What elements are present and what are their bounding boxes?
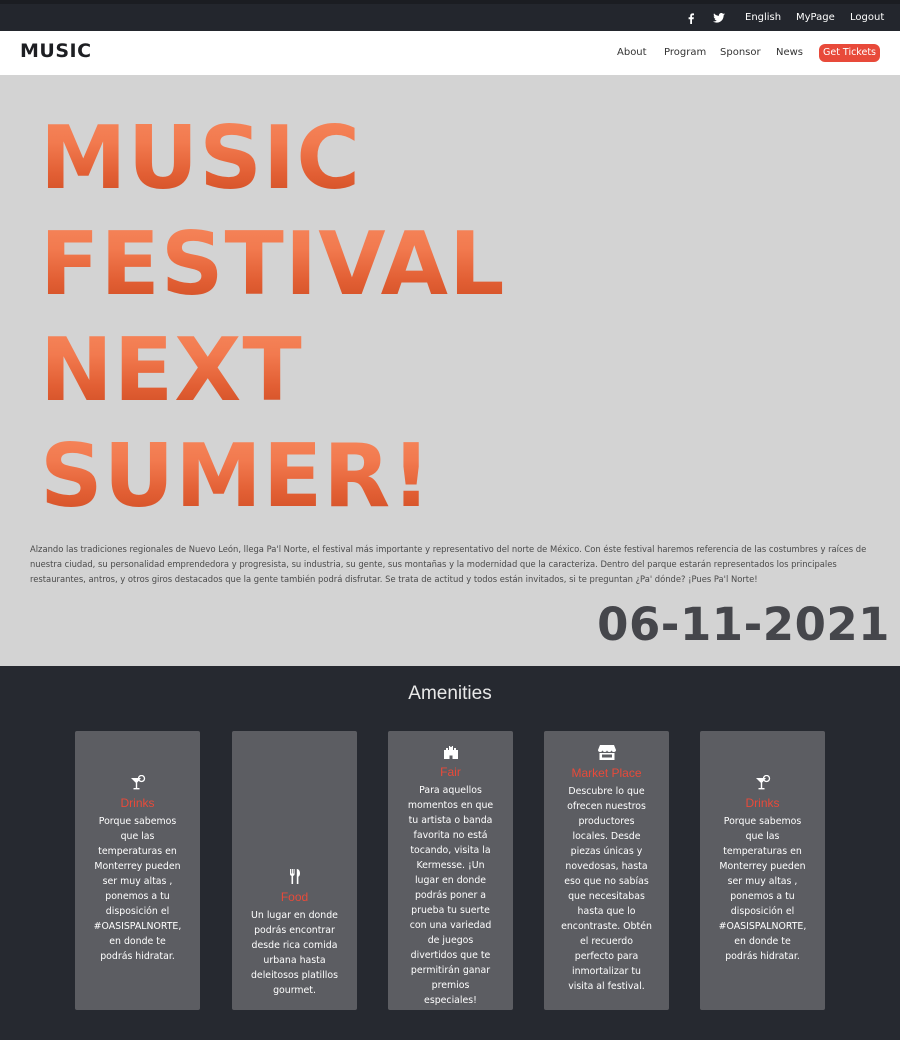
cocktail-icon (700, 774, 825, 795)
amenity-text: Un lugar en donde podrás encontrar desde… (250, 910, 338, 996)
top-bar: English MyPage Logout (0, 0, 900, 31)
amenity-text: Porque sabemos que las temperaturas en M… (93, 816, 182, 962)
amenity-card-market-place: Market Place Descubre lo que ofrecen nue… (544, 731, 669, 1010)
hero-title-line: FESTIVAL (40, 211, 560, 317)
logout-link[interactable]: Logout (850, 12, 884, 23)
amenity-title: Food (280, 890, 309, 904)
hero-title-line: MUSIC (40, 105, 560, 211)
amenity-title: Drinks (120, 796, 155, 810)
main-navbar: MUSIC About Program Sponsor News Get Tic… (0, 31, 900, 75)
event-date: 06-11-2021 (597, 598, 890, 651)
get-tickets-button[interactable]: Get Tickets (819, 44, 880, 62)
hero-title: MUSIC FESTIVAL NEXT SUMER! (40, 105, 560, 529)
nav-news[interactable]: News (776, 47, 803, 58)
utensils-icon (232, 869, 357, 889)
amenities-section: Amenities Drinks Porque sabemos que las … (0, 666, 900, 1040)
amenity-text: Porque sabemos que las temperaturas en M… (718, 816, 807, 962)
hero-description: Alzando las tradiciones regionales de Nu… (30, 544, 867, 584)
nav-sponsor[interactable]: Sponsor (720, 47, 761, 58)
amenity-card-drinks: Drinks Porque sabemos que las temperatur… (75, 731, 200, 1010)
cocktail-icon (75, 774, 200, 795)
hero-title-line: SUMER! (40, 423, 560, 529)
nav-program[interactable]: Program (664, 47, 706, 58)
castle-icon (388, 745, 513, 764)
amenity-card-food: Food Un lugar en donde podrás encontrar … (232, 731, 357, 1010)
amenity-title: Drinks (745, 796, 780, 810)
hero-section: MUSIC FESTIVAL NEXT SUMER! Alzando las t… (0, 75, 900, 666)
facebook-icon[interactable] (687, 13, 695, 24)
amenity-card-drinks: Drinks Porque sabemos que las temperatur… (700, 731, 825, 1010)
amenity-card-fair: Fair Para aquellos momentos en que tu ar… (388, 731, 513, 1010)
amenity-title: Fair (440, 765, 461, 779)
site-logo[interactable]: MUSIC (20, 40, 92, 62)
store-icon (544, 745, 669, 765)
amenity-title: Market Place (571, 766, 642, 780)
hero-title-line: NEXT (40, 317, 560, 423)
twitter-icon[interactable] (713, 13, 725, 23)
amenities-title: Amenities (408, 683, 492, 704)
language-link[interactable]: English (745, 12, 781, 23)
amenity-text: Descubre lo que ofrecen nuestros product… (561, 786, 652, 992)
amenity-text: Para aquellos momentos en que tu artista… (407, 785, 494, 1006)
mypage-link[interactable]: MyPage (796, 12, 835, 23)
nav-about[interactable]: About (617, 47, 647, 58)
